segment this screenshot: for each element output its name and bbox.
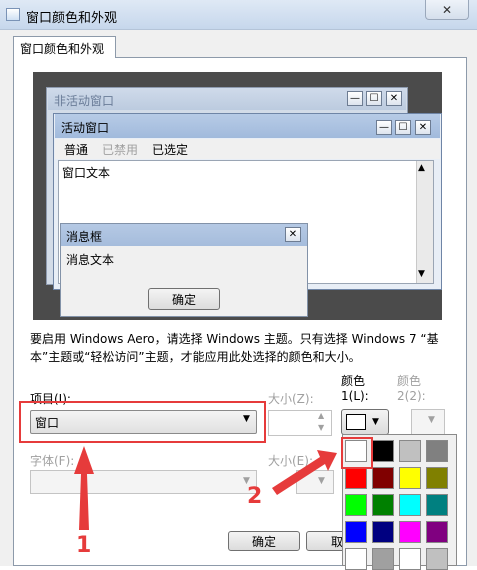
message-box-ok-button[interactable]: 确定 [148,288,220,310]
menu-item-selected[interactable]: 已选定 [152,141,188,158]
color1-swatch [346,414,366,430]
font-label: 字体(F): [30,454,75,468]
color-swatch[interactable] [426,494,448,516]
inactive-maximize-icon: ☐ [366,91,382,106]
color-swatch[interactable] [372,440,394,462]
active-minimize-icon: — [376,120,392,135]
color1-chevron-down-icon: ▼ [372,417,379,427]
close-button[interactable]: ✕ [425,0,469,20]
color-swatch[interactable] [372,548,394,570]
color1-label-line2: 1(L): [341,389,369,403]
message-box-title: 消息框 [66,230,103,244]
active-maximize-icon: ☐ [395,120,411,135]
annotation-marker-2: 2 [247,484,263,509]
color-swatch[interactable] [399,521,421,543]
color1-label-line1: 颜色 [341,374,366,388]
window-text: 窗口文本 [62,166,111,180]
color1-button[interactable]: ▼ [341,409,389,435]
color-swatch[interactable] [399,494,421,516]
font-size-select[interactable] [296,470,334,494]
color2-label-line2: 2(2): [397,389,426,403]
color2-label-line1: 颜色 [397,374,422,388]
menu-item-normal[interactable]: 普通 [64,141,88,158]
size-down-icon: ▼ [318,423,325,432]
color-swatch[interactable] [372,521,394,543]
menu-item-disabled[interactable]: 已禁用 [102,141,138,158]
color-swatch[interactable] [372,494,394,516]
scroll-down-icon: ▼ [418,269,425,279]
tab-window-color[interactable]: 窗口颜色和外观 [13,36,116,58]
inactive-window-title: 非活动窗口 [54,94,115,108]
color-swatch[interactable] [399,467,421,489]
preview-scrollbar[interactable] [416,161,433,283]
font-size-label: 大小(E): [268,454,313,468]
color-swatch[interactable] [426,440,448,462]
active-close-icon: ✕ [415,120,431,135]
window-title: 窗口颜色和外观 [26,11,118,26]
white-swatch-highlight [341,437,373,469]
color-swatch[interactable] [399,440,421,462]
color-swatch[interactable] [345,548,367,570]
inactive-close-icon: ✕ [386,91,402,106]
window-icon [6,8,20,21]
size-up-icon: ▲ [318,411,325,420]
color-swatch[interactable] [426,467,448,489]
message-box-close-icon: ✕ [285,227,301,242]
color2-chevron-down-icon: ▼ [428,415,435,425]
color-swatch[interactable] [426,548,448,570]
item-select-value: 窗口 [35,416,60,430]
color-swatch[interactable] [372,467,394,489]
message-text: 消息文本 [66,253,115,267]
size-label: 大小(Z): [268,392,314,406]
ok-button[interactable]: 确定 [228,531,300,551]
cancel-button[interactable]: 取 [306,531,346,551]
annotation-marker-1: 1 [76,533,92,558]
color-swatch[interactable] [426,521,448,543]
aero-description: 要启用 Windows Aero，请选择 Windows 主题。只有选择 Win… [30,332,439,364]
font-select[interactable] [30,470,257,494]
color-swatch[interactable] [345,467,367,489]
item-select[interactable] [30,410,257,434]
active-window-title: 活动窗口 [61,121,110,135]
color-swatch[interactable] [345,521,367,543]
inactive-minimize-icon: — [347,91,363,106]
color-swatch[interactable] [345,494,367,516]
scroll-up-icon: ▲ [418,163,425,173]
item-chevron-down-icon: ▼ [243,414,250,424]
font-size-chevron-down-icon: ▼ [318,476,325,486]
color-swatch[interactable] [399,548,421,570]
